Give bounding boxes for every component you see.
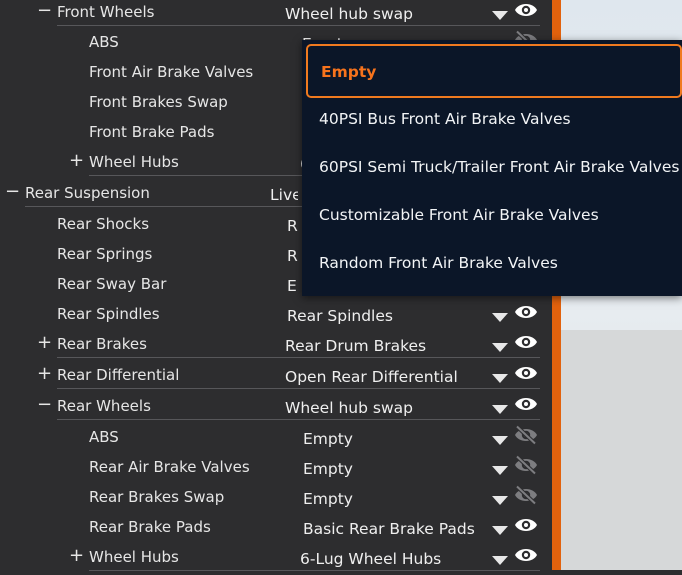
collapse-icon[interactable]: − <box>37 394 52 418</box>
tree-row-front-wheels: − Front Wheels Wheel hub swap <box>0 0 540 30</box>
row-label: Rear Wheels <box>57 397 151 415</box>
chevron-down-icon[interactable] <box>492 436 508 445</box>
row-label: Rear Springs <box>57 245 153 263</box>
tree-row-rear-differential: + Rear Differential Open Rear Differential <box>0 363 540 393</box>
tree-row-rear-brake-pads: Rear Brake Pads Basic Rear Brake Pads <box>0 515 540 545</box>
tree-row-rear-wheels: − Rear Wheels Wheel hub swap <box>0 394 540 424</box>
part-select-value[interactable]: Rear Spindles <box>287 304 488 328</box>
row-label: Front Brake Pads <box>89 123 215 141</box>
part-select-value[interactable]: Empty <box>303 487 488 511</box>
part-select-value[interactable]: Open Rear Differential <box>285 365 488 389</box>
eye-off-icon[interactable] <box>514 485 538 505</box>
row-label: Rear Brakes Swap <box>89 488 225 506</box>
row-label: Rear Brakes <box>57 335 147 353</box>
chevron-down-icon[interactable] <box>492 343 508 352</box>
dropdown-option[interactable]: Empty <box>306 44 682 98</box>
row-label: Rear Sway Bar <box>57 275 167 293</box>
tree-row-rear-air-brake-valves: Rear Air Brake Valves Empty <box>0 455 540 485</box>
row-label: Rear Air Brake Valves <box>89 458 250 476</box>
row-label: Rear Shocks <box>57 215 150 233</box>
eye-icon[interactable] <box>514 394 538 414</box>
viewport-floor <box>561 330 682 570</box>
tree-row-rear-wheel-hubs: + Wheel Hubs 6-Lug Wheel Hubs <box>0 545 540 575</box>
chevron-down-icon[interactable] <box>492 374 508 383</box>
eye-icon[interactable] <box>514 0 538 20</box>
part-select-value[interactable]: Empty <box>303 427 488 451</box>
tree-row-rear-spindles: Rear Spindles Rear Spindles <box>0 302 540 332</box>
row-label: ABS <box>89 33 119 51</box>
eye-icon[interactable] <box>514 545 538 565</box>
dropdown-option[interactable]: Customizable Front Air Brake Valves <box>302 193 682 237</box>
eye-off-icon[interactable] <box>514 425 538 445</box>
part-select-value[interactable]: Wheel hub swap <box>285 396 488 420</box>
chevron-down-icon[interactable] <box>492 496 508 505</box>
row-label: Rear Brake Pads <box>89 518 211 536</box>
part-select-dropdown[interactable]: Empty 40PSI Bus Front Air Brake Valves 60P… <box>302 40 682 296</box>
chevron-down-icon[interactable] <box>492 526 508 535</box>
part-select-value[interactable]: Re <box>287 214 298 238</box>
row-label: Front Brakes Swap <box>89 93 228 111</box>
expand-icon[interactable]: + <box>69 150 84 174</box>
expand-icon[interactable]: + <box>37 363 52 387</box>
part-select-value[interactable]: Er <box>287 274 298 298</box>
chevron-down-icon[interactable] <box>492 466 508 475</box>
chevron-down-icon[interactable] <box>492 405 508 414</box>
eye-icon[interactable] <box>514 302 538 322</box>
part-select-value[interactable]: Wheel hub swap <box>285 2 488 26</box>
part-select-value[interactable]: Rear Drum Brakes <box>285 334 488 358</box>
chevron-down-icon[interactable] <box>492 313 508 322</box>
row-label: Front Wheels <box>57 3 155 21</box>
dropdown-option[interactable]: 40PSI Bus Front Air Brake Valves <box>302 97 682 141</box>
eye-off-icon[interactable] <box>514 455 538 475</box>
eye-icon[interactable] <box>514 332 538 352</box>
collapse-icon[interactable]: − <box>37 0 52 24</box>
dropdown-option[interactable]: Random Front Air Brake Valves <box>302 241 682 285</box>
expand-icon[interactable]: + <box>37 332 52 356</box>
row-label: Wheel Hubs <box>89 153 179 171</box>
eye-icon[interactable] <box>514 363 538 383</box>
part-select-value[interactable]: 6-Lug Wheel Hubs <box>300 547 488 571</box>
row-label: Rear Spindles <box>57 305 160 323</box>
collapse-icon[interactable]: − <box>5 181 20 205</box>
eye-icon[interactable] <box>514 515 538 535</box>
chevron-down-icon[interactable] <box>492 556 508 565</box>
dropdown-option[interactable]: 60PSI Semi Truck/Trailer Front Air Brake… <box>302 145 682 189</box>
expand-icon[interactable]: + <box>69 545 84 569</box>
row-label: Front Air Brake Valves <box>89 63 254 81</box>
tree-row-abs-rear: ABS Empty <box>0 425 540 455</box>
row-label: Rear Suspension <box>25 184 150 202</box>
part-select-value[interactable]: Live <box>270 183 298 207</box>
tree-row-rear-brakes-swap: Rear Brakes Swap Empty <box>0 485 540 515</box>
chevron-down-icon[interactable] <box>492 11 508 20</box>
part-select-value[interactable]: Empty <box>303 457 488 481</box>
tree-row-rear-brakes: + Rear Brakes Rear Drum Brakes <box>0 332 540 362</box>
row-label: Rear Differential <box>57 366 180 384</box>
part-select-value[interactable]: Re <box>287 244 298 268</box>
row-label: ABS <box>89 428 119 446</box>
row-label: Wheel Hubs <box>89 548 179 566</box>
part-select-value[interactable]: Basic Rear Brake Pads <box>303 517 488 541</box>
